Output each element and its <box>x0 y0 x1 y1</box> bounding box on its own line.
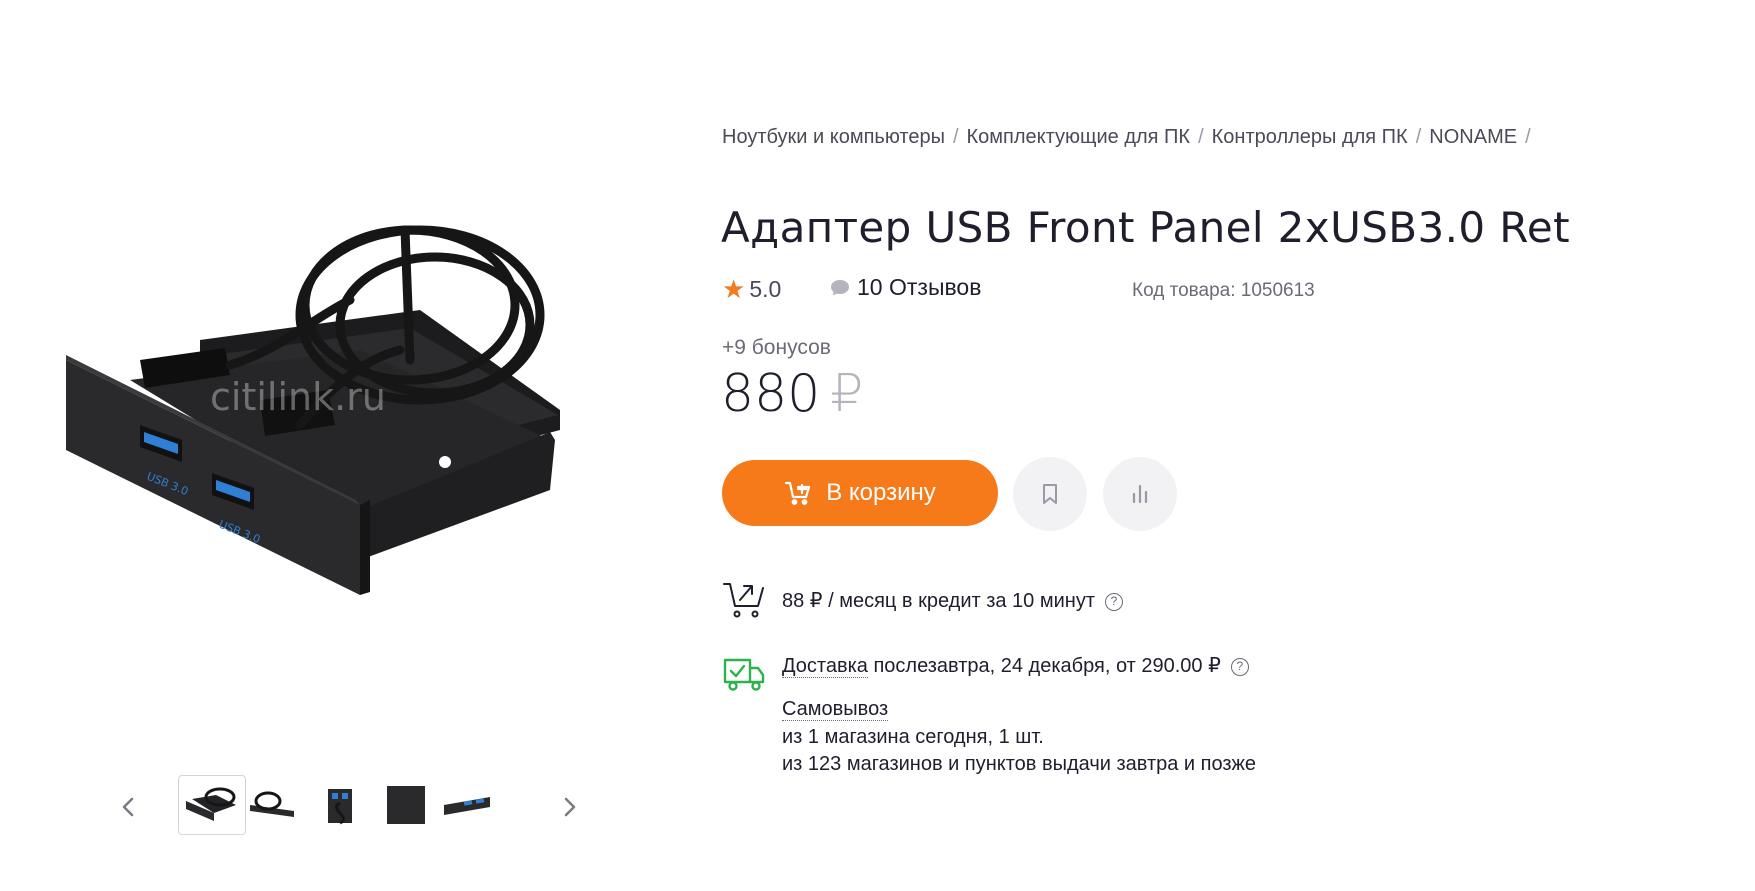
bonus-points: +9 бонусов <box>722 336 831 359</box>
delivery-info: Доставка послезавтра, 24 декабря, от 290… <box>722 650 1422 780</box>
star-icon: ★ <box>722 274 746 304</box>
help-icon[interactable]: ? <box>1230 658 1249 676</box>
pickup-title: Самовывоз <box>782 698 889 721</box>
rating-value: 5.0 <box>749 276 782 302</box>
breadcrumb-item[interactable]: Ноутбуки и компьютеры <box>722 126 945 148</box>
price-value: 880 <box>721 364 821 424</box>
bookmark-icon <box>1043 484 1057 504</box>
cart-add-icon <box>785 481 811 505</box>
product-gallery: USB 3.0 USB 3.0 citilink.ru <box>60 200 640 700</box>
bookmark-button[interactable] <box>1013 457 1087 531</box>
breadcrumb-separator: / <box>1198 126 1204 148</box>
add-to-cart-label: В корзину <box>826 479 936 506</box>
compare-button[interactable] <box>1103 457 1177 531</box>
delivery-truck-icon <box>723 658 765 691</box>
product-main-image[interactable]: USB 3.0 USB 3.0 citilink.ru <box>60 200 640 700</box>
thumbnail-image <box>444 797 490 815</box>
thumbnail-image <box>250 791 294 817</box>
product-price: 880 ₽ <box>721 364 863 424</box>
product-rating[interactable]: ★ 5.0 <box>722 274 781 305</box>
thumbnail-image <box>387 786 425 824</box>
thumbnail-5[interactable] <box>434 775 502 835</box>
help-icon[interactable]: ? <box>1105 593 1123 611</box>
credit-cart-icon <box>723 583 764 618</box>
thumbnail-4[interactable] <box>372 775 440 835</box>
breadcrumb-item[interactable]: Комплектующие для ПК <box>967 126 1191 148</box>
thumbnail-prev-button[interactable] <box>110 775 146 839</box>
price-currency: ₽ <box>830 364 864 424</box>
compare-icon <box>1132 484 1148 504</box>
reviews-count: 10 Отзывов <box>857 274 982 300</box>
chevron-left-icon <box>122 797 134 817</box>
reviews-link[interactable]: 10 Отзывов <box>829 274 981 301</box>
breadcrumb-separator: / <box>1525 126 1531 148</box>
thumbnail-next-button[interactable] <box>552 775 588 839</box>
add-to-cart-button[interactable]: В корзину <box>722 460 998 526</box>
thumbnail-strip <box>110 775 590 839</box>
thumbnail-3[interactable] <box>306 775 374 835</box>
chevron-right-icon <box>564 797 576 817</box>
watermark: citilink.ru <box>210 375 386 419</box>
thumbnail-1[interactable] <box>178 775 246 835</box>
pickup-link[interactable]: Самовывоз <box>782 698 889 721</box>
thumbnail-image <box>328 789 352 825</box>
product-title: Адаптер USB Front Panel 2xUSB3.0 Ret <box>721 203 1571 252</box>
breadcrumb-item[interactable]: NONAME <box>1429 126 1517 148</box>
pickup-line-today: из 1 магазина сегодня, 1 шт. <box>782 726 1044 748</box>
pickup-line-later: из 123 магазинов и пунктов выдачи завтра… <box>782 753 1257 775</box>
breadcrumb-item[interactable]: Контроллеры для ПК <box>1212 126 1408 148</box>
breadcrumb: Ноутбуки и компьютеры / Комплектующие для … <box>722 126 1539 149</box>
credit-text-value: 88 ₽ / месяц в кредит за 10 минут <box>782 590 1095 612</box>
product-meta: ★ 5.0 10 Отзывов Код товара: 1050613 <box>722 274 1422 306</box>
breadcrumb-separator: / <box>1415 126 1422 148</box>
breadcrumb-separator: / <box>952 126 959 148</box>
thumbnail-2[interactable] <box>240 775 308 835</box>
comment-icon <box>831 279 849 295</box>
delivery-row: Доставка послезавтра, 24 декабря, от 290… <box>782 653 1249 678</box>
thumbnail-image <box>186 787 236 821</box>
credit-offer: 88 ₽ / месяц в кредит за 10 минут? <box>722 578 1422 620</box>
delivery-link[interactable]: Доставка <box>782 655 868 678</box>
credit-text: 88 ₽ / месяц в кредит за 10 минут? <box>782 588 1123 613</box>
product-code: Код товара: 1050613 <box>1132 280 1315 301</box>
delivery-text: послезавтра, 24 декабря, от 290.00 ₽ <box>867 655 1221 677</box>
